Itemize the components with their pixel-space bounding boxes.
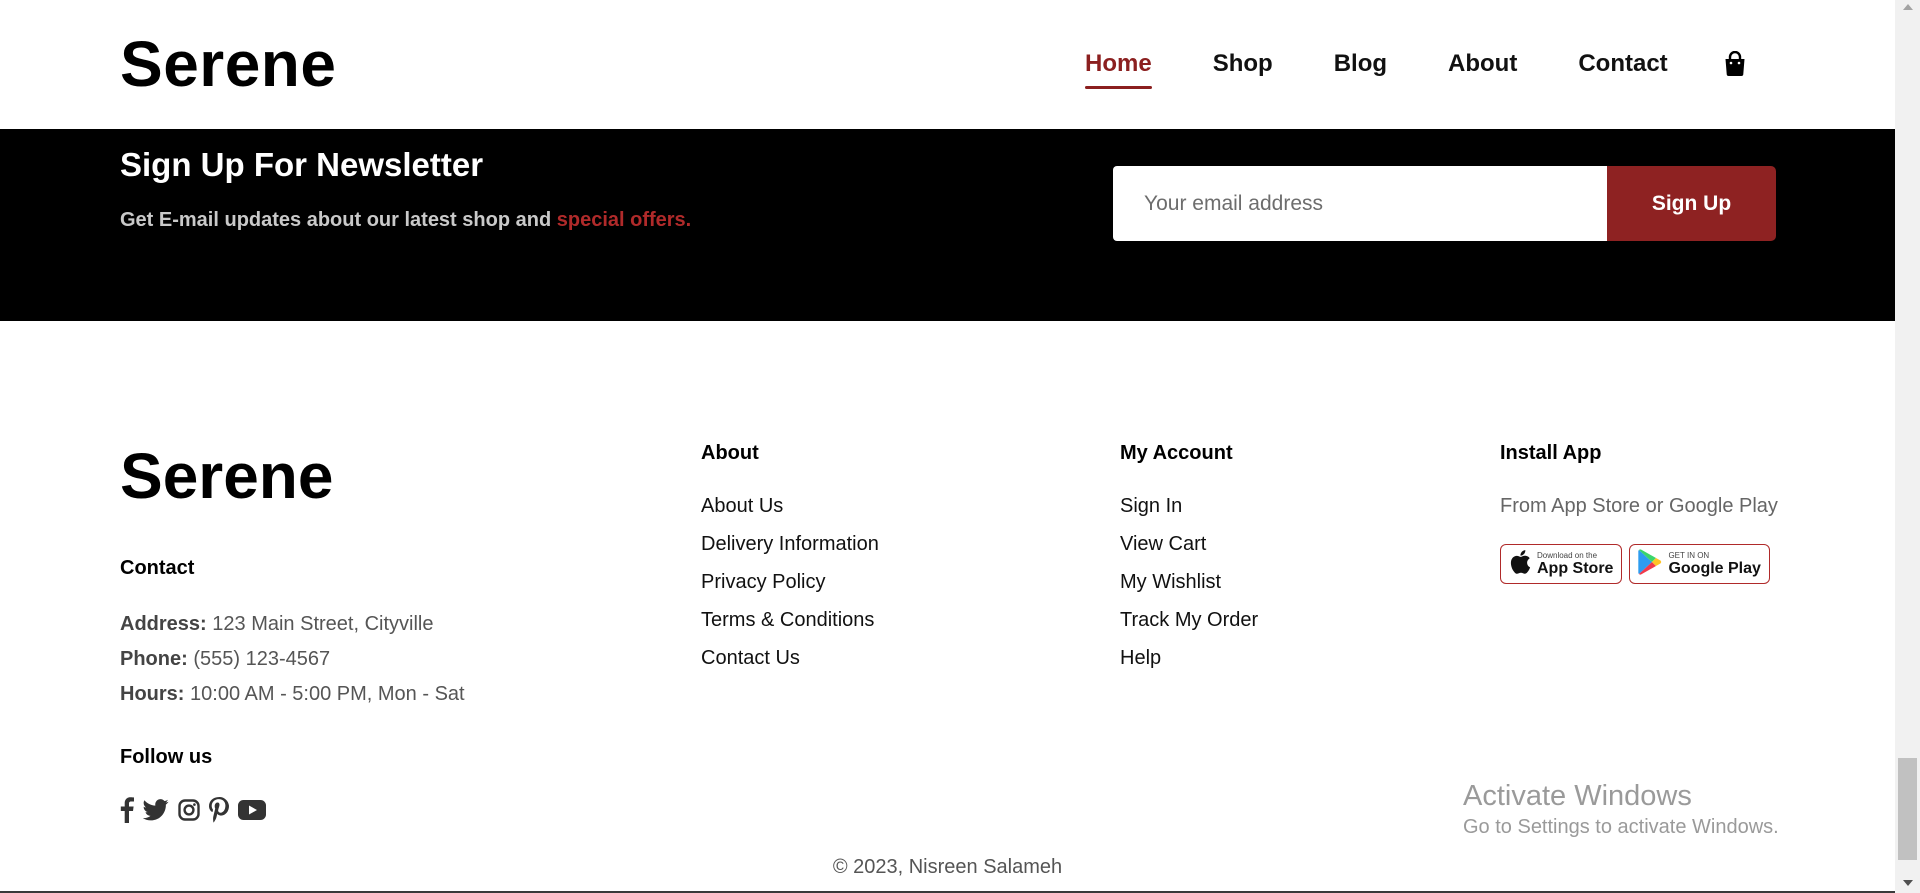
newsletter-section: Sign Up For Newsletter Get E-mail update… bbox=[0, 129, 1895, 321]
footer-brand-logo[interactable]: Serene bbox=[120, 440, 333, 512]
facebook-icon[interactable] bbox=[120, 797, 134, 823]
my-account-title: My Account bbox=[1120, 442, 1233, 464]
activate-windows-title: Activate Windows bbox=[1463, 780, 1692, 812]
link-sign-in[interactable]: Sign In bbox=[1120, 494, 1258, 518]
apple-icon bbox=[1509, 549, 1531, 580]
email-input[interactable] bbox=[1113, 166, 1607, 241]
link-contact-us[interactable]: Contact Us bbox=[701, 646, 879, 670]
newsletter-subtitle-text: Get E-mail updates about our latest shop… bbox=[120, 209, 552, 231]
copyright-text: © 2023, Nisreen Salameh bbox=[832, 856, 1063, 878]
newsletter-title: Sign Up For Newsletter bbox=[120, 146, 484, 183]
nav-contact[interactable]: Contact bbox=[1578, 48, 1667, 80]
phone-value: (555) 123-4567 bbox=[193, 648, 331, 670]
activate-windows-watermark: Activate Windows Go to Settings to activ… bbox=[1463, 778, 1779, 840]
google-play-label: Google Play bbox=[1668, 560, 1761, 577]
google-play-small-text: GET IN ON bbox=[1668, 551, 1710, 560]
pinterest-icon[interactable] bbox=[209, 797, 229, 823]
link-privacy-policy[interactable]: Privacy Policy bbox=[701, 570, 879, 594]
main-nav: Home Shop Blog About Contact bbox=[1085, 48, 1729, 89]
hours-label: Hours: bbox=[120, 683, 185, 705]
about-title: About bbox=[701, 442, 759, 464]
brand-logo[interactable]: Serene bbox=[120, 28, 336, 100]
nav-shop[interactable]: Shop bbox=[1213, 48, 1273, 80]
link-delivery-information[interactable]: Delivery Information bbox=[701, 532, 879, 556]
nav-about[interactable]: About bbox=[1448, 48, 1517, 80]
link-terms-conditions[interactable]: Terms & Conditions bbox=[701, 608, 879, 632]
scrollbar-thumb[interactable] bbox=[1898, 758, 1917, 860]
contact-details: Address: 123 Main Street, Cityville Phon… bbox=[120, 607, 465, 712]
address-label: Address: bbox=[120, 613, 207, 635]
signup-button[interactable]: Sign Up bbox=[1607, 166, 1776, 241]
follow-title: Follow us bbox=[120, 746, 213, 768]
install-app-subtitle: From App Store or Google Play bbox=[1500, 495, 1778, 517]
address-value: 123 Main Street, Cityville bbox=[212, 613, 434, 635]
newsletter-form: Sign Up bbox=[1113, 166, 1776, 241]
app-store-small-text: Download on the bbox=[1537, 551, 1598, 560]
about-links: About Us Delivery Information Privacy Po… bbox=[701, 494, 879, 684]
app-store-label: App Store bbox=[1537, 560, 1614, 577]
site-header: Serene Home Shop Blog About Contact bbox=[0, 0, 1895, 129]
vertical-scrollbar[interactable] bbox=[1895, 0, 1920, 893]
social-links bbox=[120, 797, 275, 823]
link-view-cart[interactable]: View Cart bbox=[1120, 532, 1258, 556]
store-badges: Download on the App Store GET IN ON Goog… bbox=[1500, 544, 1777, 584]
account-links: Sign In View Cart My Wishlist Track My O… bbox=[1120, 494, 1258, 684]
install-app-title: Install App bbox=[1500, 442, 1602, 464]
link-my-wishlist[interactable]: My Wishlist bbox=[1120, 570, 1258, 594]
link-help[interactable]: Help bbox=[1120, 646, 1258, 670]
scroll-down-arrow-icon[interactable] bbox=[1903, 880, 1913, 886]
nav-home[interactable]: Home bbox=[1085, 48, 1152, 89]
shopping-bag-icon[interactable] bbox=[1723, 50, 1747, 77]
hours-value: 10:00 AM - 5:00 PM, Mon - Sat bbox=[190, 683, 465, 705]
link-track-my-order[interactable]: Track My Order bbox=[1120, 608, 1258, 632]
address-line: Address: 123 Main Street, Cityville bbox=[120, 607, 465, 642]
phone-line: Phone: (555) 123-4567 bbox=[120, 642, 465, 677]
newsletter-subtitle: Get E-mail updates about our latest shop… bbox=[120, 207, 691, 233]
hours-line: Hours: 10:00 AM - 5:00 PM, Mon - Sat bbox=[120, 677, 465, 712]
scroll-up-arrow-icon[interactable] bbox=[1903, 4, 1913, 10]
instagram-icon[interactable] bbox=[178, 799, 200, 821]
contact-title: Contact bbox=[120, 557, 195, 579]
activate-windows-subtitle: Go to Settings to activate Windows. bbox=[1463, 816, 1779, 838]
youtube-icon[interactable] bbox=[238, 800, 266, 820]
newsletter-subtitle-accent: special offers. bbox=[556, 209, 692, 231]
google-play-icon bbox=[1638, 548, 1662, 580]
google-play-badge[interactable]: GET IN ON Google Play bbox=[1629, 544, 1770, 584]
app-store-badge[interactable]: Download on the App Store bbox=[1500, 544, 1623, 584]
phone-label: Phone: bbox=[120, 648, 188, 670]
link-about-us[interactable]: About Us bbox=[701, 494, 879, 518]
twitter-icon[interactable] bbox=[143, 799, 169, 821]
nav-blog[interactable]: Blog bbox=[1334, 48, 1387, 80]
